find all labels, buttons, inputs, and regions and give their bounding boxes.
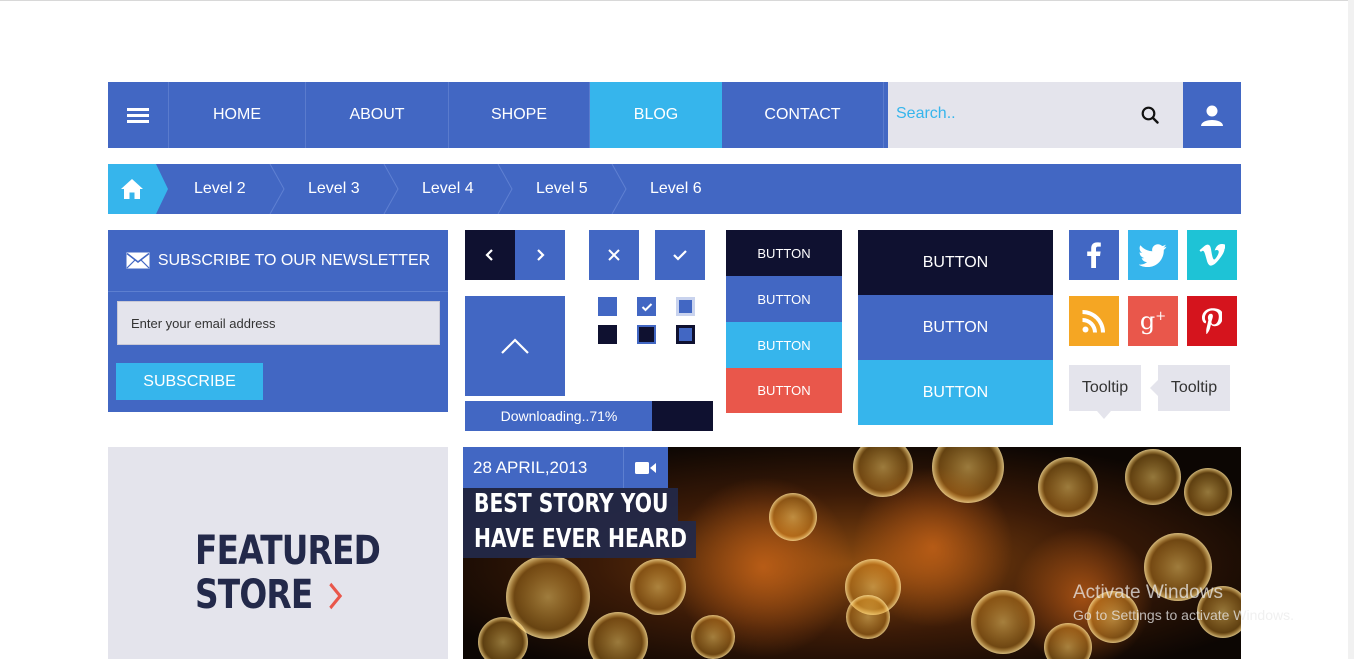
nav-item-contact[interactable]: CONTACT: [722, 82, 884, 148]
radio-option-dark[interactable]: [676, 325, 695, 344]
pinterest-icon: [1202, 308, 1222, 334]
breadcrumb-separator: [497, 164, 513, 214]
activate-windows-subtitle: Go to Settings to activate Windows.: [1073, 607, 1294, 623]
button-red-small[interactable]: BUTTON: [726, 368, 842, 413]
nav-item-label: BLOG: [633, 106, 679, 123]
page-scrollbar[interactable]: [1348, 0, 1354, 659]
google-plus-button[interactable]: g+: [1128, 296, 1178, 346]
home-icon: [121, 179, 143, 199]
featured-store-card[interactable]: FEATURED STORE: [108, 447, 448, 659]
search-input[interactable]: [888, 82, 1138, 146]
featured-store-title: FEATURED STORE: [195, 528, 381, 618]
chevron-right-icon: [537, 249, 545, 261]
button-blue-small[interactable]: BUTTON: [726, 276, 842, 322]
newsletter-header: SUBSCRIBE TO OUR NEWSLETTER: [108, 230, 448, 292]
newsletter-title: SUBSCRIBE TO OUR NEWSLETTER: [157, 251, 431, 269]
subscribe-button[interactable]: SUBSCRIBE: [116, 363, 263, 400]
newsletter-widget: SUBSCRIBE TO OUR NEWSLETTER SUBSCRIBE: [108, 230, 448, 412]
search-icon[interactable]: [1141, 106, 1159, 129]
breadcrumb-level-5[interactable]: Level 5: [536, 164, 588, 214]
post-title-line-2: HAVE EVER HEARD: [474, 524, 687, 554]
download-progress-bar: Downloading..71%: [465, 401, 713, 431]
chevron-right-icon: [329, 582, 343, 610]
nav-item-shope[interactable]: SHOPE: [449, 82, 590, 148]
breadcrumb-level-6[interactable]: Level 6: [650, 164, 702, 214]
chevron-up-icon: [501, 338, 529, 354]
rss-button[interactable]: [1069, 296, 1119, 346]
button-cyan-large[interactable]: BUTTON: [858, 360, 1053, 425]
twitter-button[interactable]: [1128, 230, 1178, 280]
breadcrumb-level-3[interactable]: Level 3: [308, 164, 360, 214]
pinterest-button[interactable]: [1187, 296, 1237, 346]
nav-item-label: CONTACT: [764, 106, 841, 123]
nav-item-about[interactable]: ABOUT: [306, 82, 449, 148]
close-icon: [608, 249, 620, 261]
chevron-left-icon: [485, 249, 493, 261]
check-icon: [641, 302, 652, 311]
email-field[interactable]: [117, 301, 440, 345]
breadcrumb-separator: [611, 164, 627, 214]
user-account-button[interactable]: [1183, 82, 1241, 148]
nav-item-blog[interactable]: BLOG: [590, 82, 722, 148]
breadcrumb-home[interactable]: [108, 164, 156, 214]
vimeo-button[interactable]: [1187, 230, 1237, 280]
checkbox-dark-focused[interactable]: [637, 325, 656, 344]
post-title-line-1: BEST STORY YOU: [474, 489, 669, 519]
nav-item-label: HOME: [213, 106, 261, 123]
tooltip-bottom: Tooltip: [1069, 365, 1141, 411]
breadcrumb-level-2[interactable]: Level 2: [194, 164, 246, 214]
envelope-icon: [126, 252, 150, 269]
video-button[interactable]: [623, 447, 668, 488]
button-cyan-small[interactable]: BUTTON: [726, 322, 842, 368]
post-title-line-1-box: BEST STORY YOU: [463, 488, 678, 521]
breadcrumb-separator: [383, 164, 399, 214]
rss-icon: [1082, 310, 1105, 333]
post-date: 28 APRIL,2013: [463, 447, 623, 488]
checkbox-dark[interactable]: [598, 325, 617, 344]
next-button[interactable]: [515, 230, 565, 280]
breadcrumb-level-4[interactable]: Level 4: [422, 164, 474, 214]
prev-button[interactable]: [465, 230, 515, 280]
checkbox-unchecked[interactable]: [598, 297, 617, 316]
main-navbar: HOME ABOUT SHOPE BLOG CONTACT: [108, 82, 1241, 148]
scroll-up-button[interactable]: [465, 296, 565, 396]
close-button[interactable]: [589, 230, 639, 280]
facebook-button[interactable]: [1069, 230, 1119, 280]
radio-option[interactable]: [676, 297, 695, 316]
vimeo-icon: [1199, 244, 1225, 266]
video-camera-icon: [635, 461, 656, 474]
breadcrumb-separator: [269, 164, 285, 214]
button-dark-small[interactable]: BUTTON: [726, 230, 842, 276]
nav-item-label: ABOUT: [349, 106, 405, 123]
tooltip-left: Tooltip: [1158, 365, 1230, 411]
progress-label: Downloading..71%: [500, 408, 618, 424]
search-box: [888, 82, 1183, 148]
checkbox-checked[interactable]: [637, 297, 656, 316]
google-plus-icon: g+: [1139, 307, 1167, 335]
twitter-icon: [1139, 243, 1167, 267]
nav-item-home[interactable]: HOME: [169, 82, 306, 148]
breadcrumb: Level 2 Level 3 Level 4 Level 5 Level 6: [108, 164, 1241, 214]
facebook-icon: [1087, 242, 1101, 268]
post-title-line-2-box: HAVE EVER HEARD: [463, 521, 696, 558]
menu-button[interactable]: [108, 82, 169, 148]
user-icon: [1201, 105, 1223, 126]
blog-hero-card[interactable]: 28 APRIL,2013 BEST STORY YOU HAVE EVER H…: [463, 447, 1241, 659]
nav-item-label: SHOPE: [490, 106, 547, 123]
hamburger-icon: [127, 105, 149, 126]
activate-windows-title: Activate Windows: [1073, 582, 1223, 603]
button-blue-large[interactable]: BUTTON: [858, 295, 1053, 360]
check-icon: [673, 250, 687, 261]
button-dark-large[interactable]: BUTTON: [858, 230, 1053, 295]
confirm-button[interactable]: [655, 230, 705, 280]
